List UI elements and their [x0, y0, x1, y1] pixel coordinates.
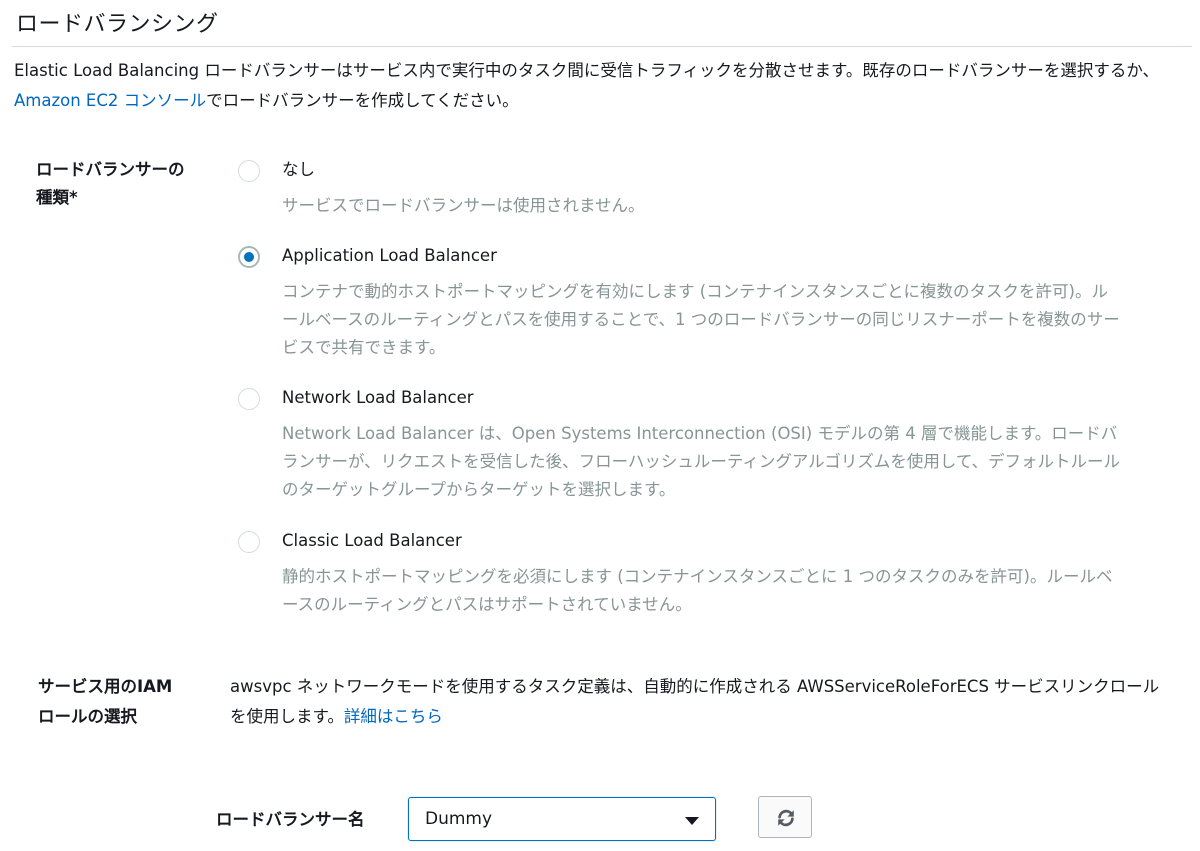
refresh-icon: [778, 809, 794, 827]
lb-type-label: ロードバランサーの種類*: [36, 160, 185, 207]
iam-learn-more-link[interactable]: 詳細はこちら: [344, 707, 443, 726]
intro-text-after: でロードバランサーを作成してください。: [206, 91, 519, 110]
intro-text-before: Elastic Load Balancing ロードバランサーはサービス内で実行…: [14, 61, 1160, 80]
intro-text: Elastic Load Balancing ロードバランサーはサービス内で実行…: [14, 56, 1174, 116]
lb-name-select[interactable]: Dummy: [408, 797, 716, 841]
load-balancing-page: ロードバランシング Elastic Load Balancing ロードバランサ…: [0, 0, 1200, 851]
option-desc-nlb: Network Load Balancer は、Open Systems Int…: [282, 424, 1121, 499]
option-title-alb: Application Load Balancer: [282, 246, 497, 265]
option-desc-none: サービスでロードバランサーは使用されません。: [282, 196, 645, 215]
option-title-nlb: Network Load Balancer: [282, 388, 474, 407]
chevron-down-icon: [685, 817, 699, 825]
ec2-console-link[interactable]: Amazon EC2 コンソール: [14, 91, 206, 110]
lb-name-select-value: Dummy: [425, 809, 493, 829]
option-desc-clb: 静的ホストポートマッピングを必須にします (コンテナインスタンスごとに 1 つの…: [282, 567, 1113, 614]
iam-role-text: awsvpc ネットワークモードを使用するタスク定義は、自動的に作成される AW…: [230, 672, 1170, 732]
option-title-clb: Classic Load Balancer: [282, 531, 462, 550]
option-desc-alb: コンテナで動的ホストポートマッピングを有効にします (コンテナインスタンスごとに…: [282, 282, 1120, 357]
iam-role-label: サービス用のIAM ロールの選択: [38, 677, 173, 726]
refresh-button[interactable]: [758, 796, 812, 838]
section-title: ロードバランシング: [16, 12, 219, 37]
title-divider: [12, 46, 1192, 47]
radio-alb[interactable]: [238, 246, 260, 268]
lb-name-label: ロードバランサー名: [216, 810, 365, 829]
radio-none[interactable]: [238, 160, 260, 182]
radio-clb[interactable]: [238, 531, 260, 553]
radio-nlb[interactable]: [238, 388, 260, 410]
option-title-none: なし: [282, 160, 315, 179]
